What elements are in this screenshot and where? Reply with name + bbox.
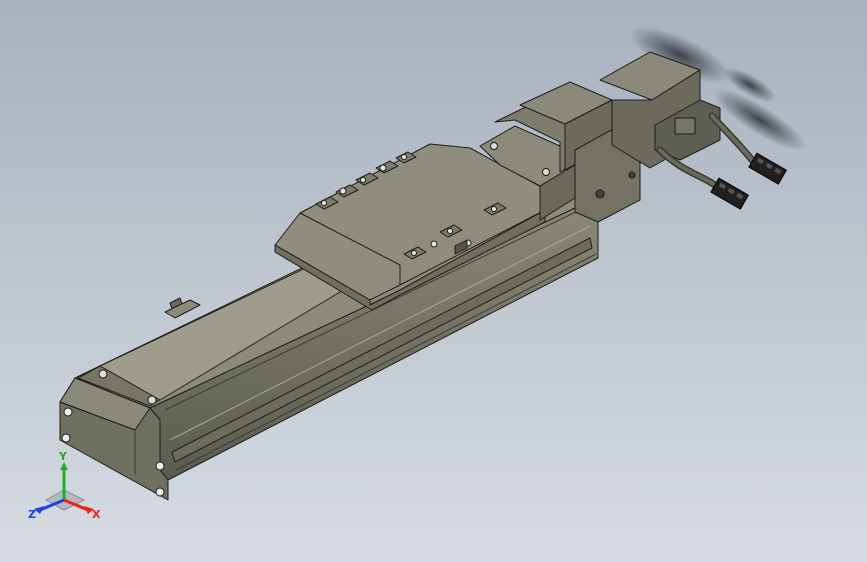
motor-encoder	[674, 117, 696, 135]
end-hole-3	[155, 461, 165, 471]
end-hole-2	[61, 433, 71, 443]
motor-block-bolt-1	[490, 142, 498, 150]
end-hole-4	[155, 487, 165, 497]
flange-hole	[595, 189, 605, 199]
x-axis-label: X	[92, 508, 101, 521]
z-axis-label: Z	[28, 508, 36, 521]
y-axis-arrow	[60, 462, 68, 470]
cad-scene[interactable]	[0, 0, 867, 562]
y-axis-label: Y	[58, 450, 68, 463]
end-hole-1	[63, 407, 73, 417]
graphics-viewport[interactable]: Y X Z	[0, 0, 867, 562]
end-plate-bolt-1	[98, 369, 108, 379]
coordinate-triad: Y X Z	[28, 450, 101, 521]
motor-block-bolt-2	[542, 168, 550, 176]
flange-hole-2	[628, 171, 636, 179]
